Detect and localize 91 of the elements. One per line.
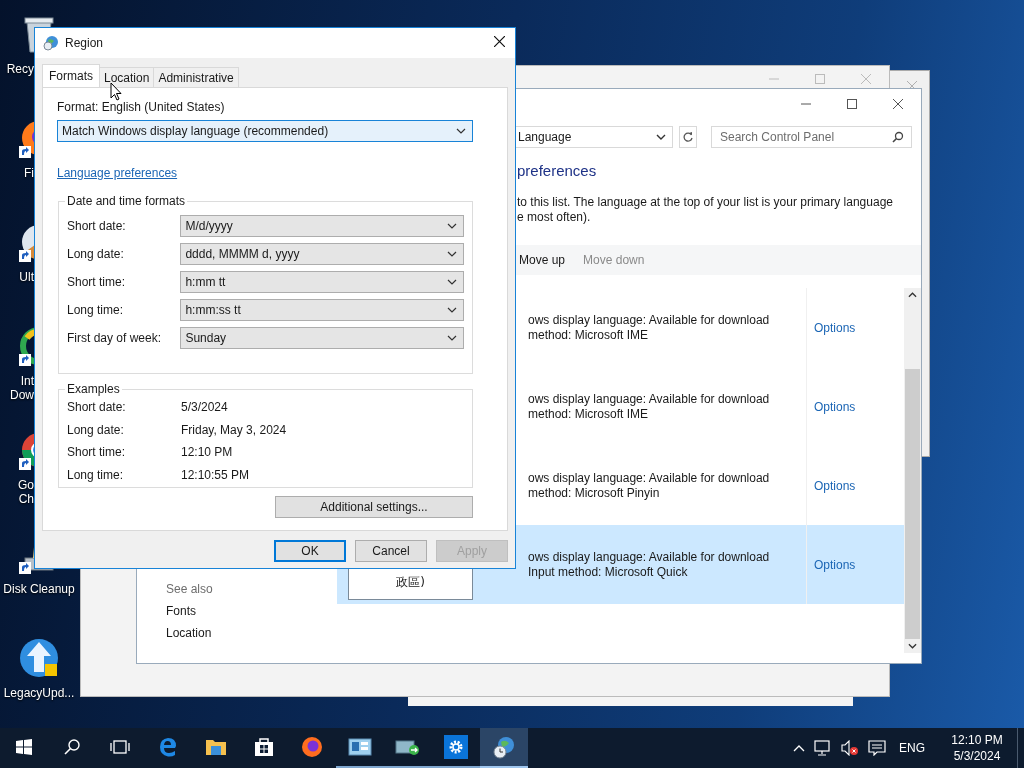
icon-label: Ult <box>19 270 34 284</box>
format-dropdown[interactable]: h:mm:ss tt <box>180 299 464 321</box>
example-label: Short time: <box>67 445 127 460</box>
toolbar-button[interactable]: Move up <box>513 251 572 269</box>
group-title: Examples <box>66 382 121 396</box>
options-link[interactable]: Options <box>814 320 856 335</box>
language-detail: method: Microsoft IME <box>528 327 650 343</box>
window-title: Region <box>65 36 104 50</box>
dialog-button[interactable]: OK <box>274 540 346 562</box>
field-label: First day of week: <box>67 331 163 345</box>
field-label: Short time: <box>67 275 127 289</box>
close-icon[interactable] <box>494 36 505 47</box>
icon-label: Fi <box>24 166 34 180</box>
notifications-icon[interactable] <box>868 740 886 756</box>
icon-label: Dow <box>10 388 34 402</box>
example-label: Short date: <box>67 400 127 415</box>
volume-muted-icon[interactable] <box>841 740 859 756</box>
language-detail: ows display language: Available for download <box>528 312 771 328</box>
search-icon <box>892 131 904 143</box>
icon-label: Go <box>18 478 34 492</box>
language-detail: method: Microsoft Pinyin <box>528 485 661 501</box>
format-dropdown[interactable]: Match Windows display language (recommended) <box>57 120 473 142</box>
firefox-icon <box>301 736 323 758</box>
refresh-icon <box>682 131 694 143</box>
tab[interactable]: Formats <box>42 64 100 87</box>
language-detail: ows display language: Available for download <box>528 391 771 407</box>
scrollbar[interactable] <box>904 288 921 653</box>
field-label: Long date: <box>67 247 125 261</box>
additional-settings-button[interactable]: Additional settings... <box>275 496 473 518</box>
refresh-button[interactable] <box>679 126 697 148</box>
folder-icon <box>205 738 227 756</box>
example-label: Long date: <box>67 422 125 437</box>
gear-icon <box>444 735 468 759</box>
language-preferences-link[interactable]: Language preferences <box>57 166 178 180</box>
format-dropdown[interactable]: h:mm tt <box>180 271 464 293</box>
language-detail: Input method: Microsoft Quick <box>528 564 689 580</box>
scroll-up-icon[interactable] <box>908 292 917 298</box>
format-dropdown[interactable]: M/d/yyyy <box>180 215 464 237</box>
network-settings-icon <box>395 738 421 756</box>
field-label: Short date: <box>67 219 127 233</box>
example-value: Friday, May 3, 2024 <box>181 422 287 437</box>
description-text: to this list. The language at the top of your list is your primary language <box>517 195 894 210</box>
example-value: 12:10:55 PM <box>181 467 250 482</box>
example-value: 12:10 PM <box>181 445 233 460</box>
chevron-down-icon <box>447 223 457 229</box>
format-dropdown[interactable]: dddd, MMMM d, yyyy <box>180 243 464 265</box>
icon-label: Int <box>20 374 34 388</box>
sidebar-link[interactable]: Location <box>166 626 337 640</box>
network-icon[interactable] <box>814 740 832 756</box>
group-title: Date and time formats <box>66 194 187 208</box>
language-detail: ows display language: Available for download <box>528 470 771 486</box>
format-dropdown[interactable]: Sunday <box>180 327 464 349</box>
dialog-button[interactable]: Cancel <box>355 540 427 562</box>
page-heading: preferences <box>517 162 598 179</box>
icon-label: Disk Cleanup <box>3 582 75 596</box>
input-language[interactable]: ENG <box>899 741 925 755</box>
icon-label: Recy <box>6 62 34 76</box>
browser-e-icon <box>158 737 178 757</box>
task-view-icon <box>110 739 130 755</box>
clock[interactable]: 12:10 PM 5/3/2024 <box>946 732 1008 764</box>
chevron-down-icon <box>456 128 466 134</box>
control-panel-icon <box>348 738 372 756</box>
globe-clock-icon <box>492 735 516 759</box>
sidebar-link[interactable]: Fonts <box>166 604 337 618</box>
chevron-down-icon <box>656 134 666 140</box>
language-detail: ows display language: Available for download <box>528 549 771 565</box>
windows-logo-icon <box>16 739 32 755</box>
tab[interactable]: Administrative <box>153 67 239 87</box>
options-link[interactable]: Options <box>814 399 856 414</box>
shopping-bag-icon <box>254 737 274 757</box>
search-field[interactable]: Search Control Panel <box>711 126 912 148</box>
icon-label: Ch <box>18 492 34 506</box>
chevron-down-icon <box>447 335 457 341</box>
chevron-down-icon <box>447 251 457 257</box>
globe-clock-icon <box>43 35 59 51</box>
chevron-up-icon[interactable] <box>793 744 805 752</box>
options-link[interactable]: Options <box>814 557 856 572</box>
section-heading: See also <box>166 582 214 596</box>
description-text: e most often). <box>517 210 592 225</box>
field-label: Long time: <box>67 303 125 317</box>
chevron-down-icon <box>447 307 457 313</box>
format-label: Format: English (United States) <box>57 100 226 114</box>
options-link[interactable]: Options <box>814 478 856 493</box>
chevron-down-icon <box>447 279 457 285</box>
scroll-down-icon[interactable] <box>908 643 917 649</box>
icon-label: LegacyUpd... <box>3 686 75 700</box>
search-icon <box>64 739 80 755</box>
example-label: Long time: <box>67 467 125 482</box>
language-detail: method: Microsoft IME <box>528 406 650 422</box>
taskbar-button[interactable] <box>480 728 528 768</box>
example-value: 5/3/2024 <box>181 400 228 415</box>
